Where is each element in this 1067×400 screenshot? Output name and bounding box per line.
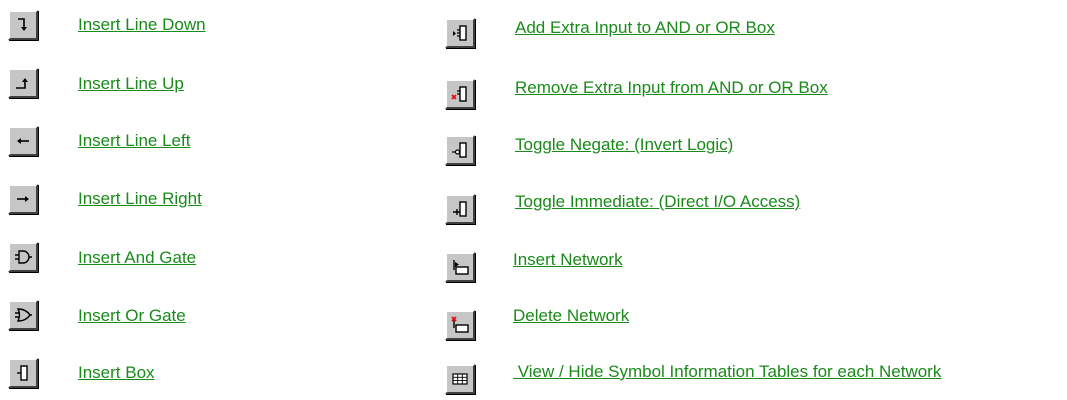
or-gate-icon bbox=[15, 308, 32, 322]
box-icon bbox=[17, 365, 28, 381]
insert-line-down-link[interactable]: Insert Line Down bbox=[78, 15, 206, 35]
toggle-negate-button[interactable] bbox=[445, 135, 475, 165]
add-extra-input-link[interactable]: Add Extra Input to AND or OR Box bbox=[515, 18, 775, 38]
remove-input-icon bbox=[451, 86, 467, 102]
insert-or-gate-link[interactable]: Insert Or Gate bbox=[78, 306, 186, 326]
insert-line-right-button[interactable] bbox=[8, 184, 38, 214]
insert-or-gate-button[interactable] bbox=[8, 300, 38, 330]
add-extra-input-button[interactable] bbox=[445, 18, 475, 48]
insert-box-link[interactable]: Insert Box bbox=[78, 363, 155, 383]
delete-network-icon bbox=[451, 316, 469, 333]
remove-extra-input-link[interactable]: Remove Extra Input from AND or OR Box bbox=[515, 78, 828, 98]
insert-line-down-button[interactable] bbox=[8, 10, 38, 40]
insert-and-gate-link[interactable]: Insert And Gate bbox=[78, 248, 196, 268]
view-hide-symbol-tables-link[interactable]: View / Hide Symbol Information Tables fo… bbox=[513, 362, 942, 382]
insert-network-link[interactable]: Insert Network bbox=[513, 250, 623, 270]
line-down-icon bbox=[18, 18, 27, 31]
toggle-negate-link[interactable]: Toggle Negate: (Invert Logic) bbox=[515, 135, 733, 155]
insert-line-right-link[interactable]: Insert Line Right bbox=[78, 189, 202, 209]
insert-line-left-link[interactable]: Insert Line Left bbox=[78, 131, 190, 151]
delete-network-button[interactable] bbox=[445, 310, 475, 340]
and-gate-icon bbox=[15, 250, 32, 264]
insert-line-up-button[interactable] bbox=[8, 68, 38, 98]
insert-box-button[interactable] bbox=[8, 358, 38, 388]
delete-network-link[interactable]: Delete Network bbox=[513, 306, 629, 326]
remove-extra-input-button[interactable] bbox=[445, 79, 475, 109]
negate-icon bbox=[452, 142, 467, 158]
arrow-right-icon bbox=[17, 196, 29, 202]
insert-network-icon bbox=[453, 260, 469, 275]
insert-and-gate-button[interactable] bbox=[8, 242, 38, 272]
insert-line-up-link[interactable]: Insert Line Up bbox=[78, 74, 184, 94]
insert-network-button[interactable] bbox=[445, 252, 475, 282]
view-hide-symbol-tables-button[interactable] bbox=[445, 364, 475, 394]
arrow-left-icon bbox=[17, 138, 29, 144]
toggle-immediate-link[interactable]: Toggle Immediate: (Direct I/O Access) bbox=[515, 192, 800, 212]
immediate-icon bbox=[453, 201, 467, 217]
table-icon bbox=[452, 373, 468, 385]
insert-line-left-button[interactable] bbox=[8, 126, 38, 156]
add-input-icon bbox=[453, 25, 467, 41]
toggle-immediate-button[interactable] bbox=[445, 194, 475, 224]
line-up-icon bbox=[16, 78, 28, 89]
